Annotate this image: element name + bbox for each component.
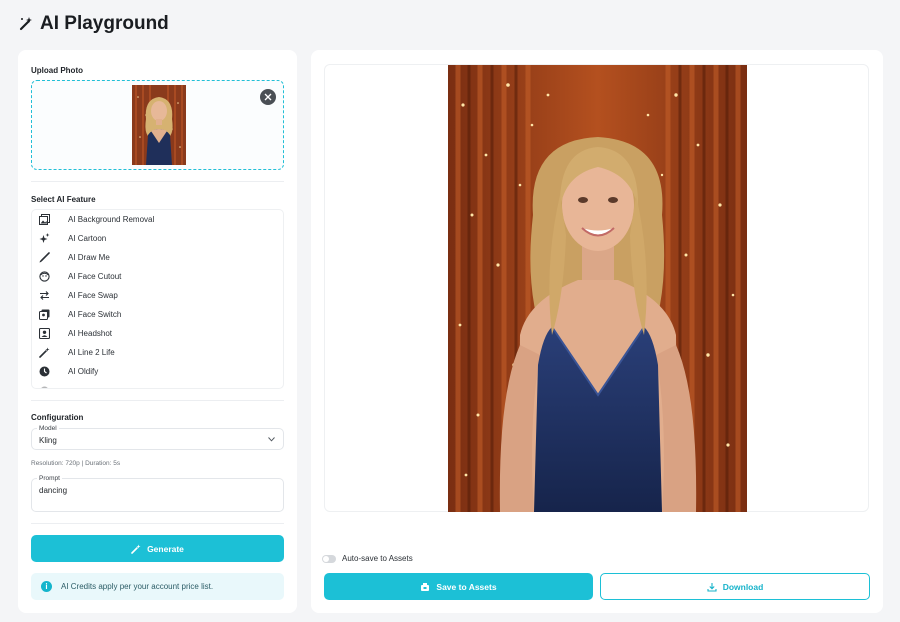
- feature-label: AI Face Swap: [68, 291, 118, 300]
- preview-frame: [324, 64, 869, 512]
- sparkles-icon: [39, 233, 50, 243]
- portrait-icon: [39, 328, 50, 339]
- divider: [31, 181, 284, 182]
- upload-dropzone[interactable]: [31, 80, 284, 170]
- layers-icon: [39, 309, 50, 320]
- scroll-more-icon: [41, 386, 48, 388]
- feature-item-face-switch[interactable]: AI Face Switch: [32, 305, 283, 324]
- brush-icon: [39, 252, 50, 263]
- remove-photo-button[interactable]: [260, 89, 276, 105]
- upload-photo-label: Upload Photo: [31, 66, 83, 75]
- download-button[interactable]: Download: [600, 573, 870, 600]
- feature-item-oldify[interactable]: AI Oldify: [32, 362, 283, 381]
- feature-list[interactable]: AI Background Removal AI Cartoon AI Draw…: [31, 209, 284, 389]
- autosave-label: Auto-save to Assets: [342, 554, 413, 563]
- save-assets-icon: [421, 582, 430, 591]
- select-feature-label: Select AI Feature: [31, 195, 96, 204]
- page-header: AI Playground: [18, 12, 169, 36]
- left-panel: Upload Photo Select AI Feature AI Backgr…: [18, 50, 297, 613]
- configuration-label: Configuration: [31, 413, 84, 422]
- right-panel: Auto-save to Assets Save to Assets Downl…: [311, 50, 883, 613]
- generate-button[interactable]: Generate: [31, 535, 284, 562]
- feature-item-cartoon[interactable]: AI Cartoon: [32, 229, 283, 248]
- feature-label: AI Oldify: [68, 367, 99, 376]
- feature-item-background-removal[interactable]: AI Background Removal: [32, 210, 283, 229]
- close-icon: [264, 93, 272, 101]
- prompt-label: Prompt: [37, 475, 62, 482]
- divider: [31, 523, 284, 524]
- gallery-icon: [39, 214, 50, 225]
- feature-item-line-2-life[interactable]: AI Line 2 Life: [32, 343, 283, 362]
- feature-label: AI Draw Me: [68, 253, 110, 262]
- download-label: Download: [722, 581, 764, 592]
- magic-wand-icon: [131, 544, 141, 554]
- prompt-value: dancing: [39, 486, 68, 495]
- credits-info-text: AI Credits apply per your account price …: [61, 582, 214, 591]
- autosave-switch[interactable]: [322, 554, 336, 563]
- feature-label: AI Face Switch: [68, 310, 122, 319]
- feature-item-partial: [32, 381, 283, 388]
- page-title: AI Playground: [40, 13, 169, 34]
- generate-label: Generate: [147, 543, 184, 554]
- feature-label: AI Background Removal: [68, 215, 155, 224]
- prompt-textarea[interactable]: Prompt dancing: [31, 475, 284, 512]
- model-value: Kling: [39, 436, 57, 445]
- model-select[interactable]: Model Kling: [31, 425, 284, 450]
- autosave-toggle[interactable]: Auto-save to Assets: [322, 554, 413, 563]
- feature-item-face-cutout[interactable]: AI Face Cutout: [32, 267, 283, 286]
- wand-icon: [39, 347, 50, 358]
- download-icon: [707, 582, 717, 592]
- magic-wand-icon: [19, 17, 32, 31]
- save-to-assets-button[interactable]: Save to Assets: [324, 573, 593, 600]
- feature-item-headshot[interactable]: AI Headshot: [32, 324, 283, 343]
- divider: [31, 400, 284, 401]
- chevron-down-icon: [268, 437, 275, 442]
- face-icon: [39, 271, 50, 282]
- uploaded-photo-thumbnail: [132, 85, 186, 165]
- feature-label: AI Face Cutout: [68, 272, 122, 281]
- info-icon: i: [41, 581, 52, 592]
- clock-icon: [39, 366, 50, 377]
- feature-label: AI Line 2 Life: [68, 348, 115, 357]
- save-label: Save to Assets: [436, 581, 497, 592]
- credits-info-banner: i AI Credits apply per your account pric…: [31, 573, 284, 600]
- model-label: Model: [37, 425, 59, 432]
- feature-label: AI Cartoon: [68, 234, 107, 243]
- swap-icon: [40, 291, 49, 300]
- feature-label: AI Headshot: [68, 329, 113, 338]
- feature-item-face-swap[interactable]: AI Face Swap: [32, 286, 283, 305]
- feature-item-draw-me[interactable]: AI Draw Me: [32, 248, 283, 267]
- resolution-hint: Resolution: 720p | Duration: 5s: [31, 460, 121, 467]
- preview-photo: [448, 65, 747, 512]
